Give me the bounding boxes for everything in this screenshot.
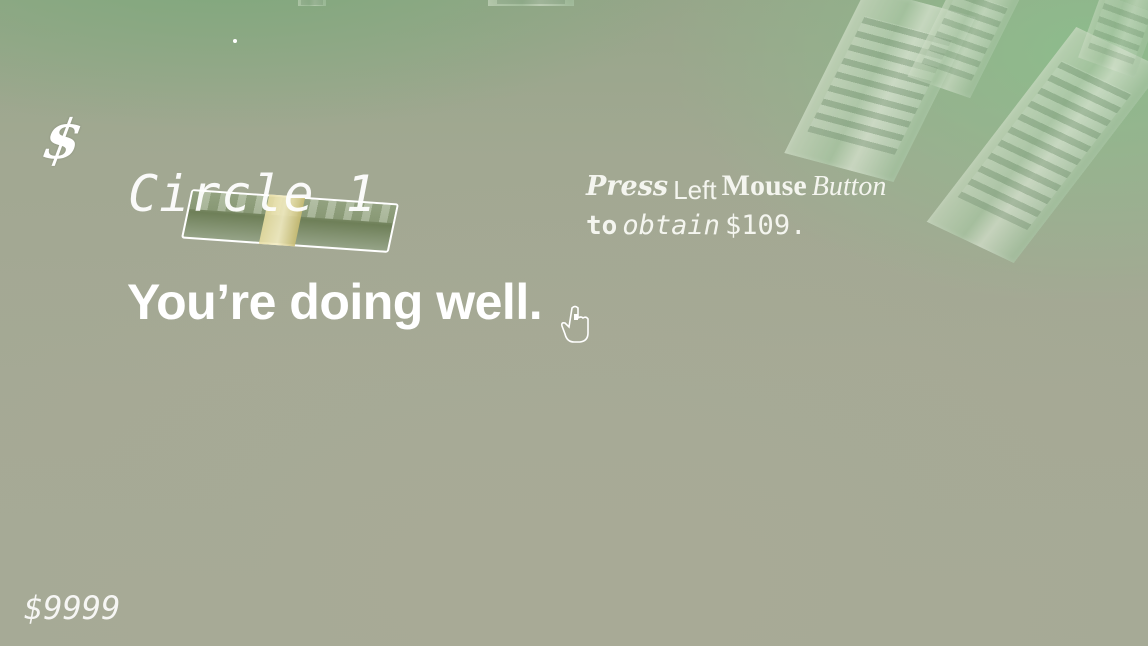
action-prompt: Press Left Mouse Button to obtain $109. xyxy=(586,166,886,246)
prompt-word-obtain: obtain xyxy=(622,210,720,241)
status-message: You’re doing well. xyxy=(127,274,543,330)
prompt-amount: $109. xyxy=(725,210,807,241)
level-label: Circle 1 xyxy=(128,165,377,223)
prompt-word-left: Left xyxy=(673,175,717,205)
floating-bill xyxy=(488,0,574,6)
hand-pointer-icon xyxy=(561,305,589,343)
floating-bill xyxy=(298,0,326,6)
game-viewport[interactable]: $ Circle 1 You’re doing well. Press Left… xyxy=(0,0,1148,646)
prompt-word-press: Press xyxy=(586,171,669,202)
prompt-word-button: Button xyxy=(811,171,887,202)
prompt-line-1: Press Left Mouse Button xyxy=(586,166,886,206)
crosshair-dot xyxy=(233,39,237,43)
prompt-word-to: to xyxy=(586,211,618,241)
dollar-sign-icon: $ xyxy=(38,107,88,171)
prompt-line-2: to obtain $109. xyxy=(586,206,886,246)
money-counter: $9999 xyxy=(24,589,121,627)
prompt-word-mouse: Mouse xyxy=(721,169,807,202)
